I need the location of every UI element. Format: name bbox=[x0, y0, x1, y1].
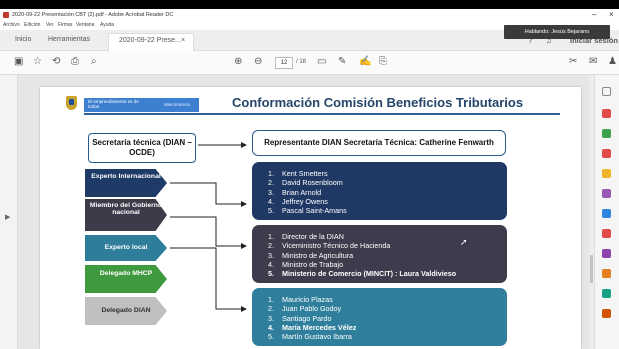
page-total: / 18 bbox=[296, 59, 307, 65]
bookmark-star-icon[interactable]: ☆ bbox=[33, 56, 42, 67]
print-icon[interactable]: ⎙ bbox=[71, 56, 79, 67]
user-icon[interactable]: ♟ bbox=[608, 56, 617, 67]
stamp-icon[interactable]: ⎘ bbox=[379, 56, 387, 67]
tab-home[interactable]: Inicio bbox=[15, 36, 31, 43]
edit-icon[interactable]: ✂ bbox=[569, 56, 577, 67]
sign-icon[interactable]: ✍ bbox=[359, 56, 371, 67]
mail-icon[interactable]: ✉ bbox=[589, 56, 597, 67]
acrobat-icon bbox=[3, 12, 9, 18]
pen-icon[interactable]: ✎ bbox=[338, 56, 346, 67]
tab-document[interactable]: 2020-09-22 Prese... × bbox=[108, 33, 194, 51]
list-item: 3. Ministro de Agricultura bbox=[268, 250, 354, 260]
scrollbar-thumb[interactable] bbox=[590, 255, 593, 283]
list-item: 3. Brian Arnold bbox=[268, 187, 322, 197]
minimize-icon[interactable]: – bbox=[592, 10, 596, 19]
close-icon[interactable]: × bbox=[609, 10, 614, 19]
speaking-indicator: Hablando: Jesús Bejarano bbox=[504, 25, 610, 39]
tab-tools[interactable]: Herramientas bbox=[48, 36, 90, 43]
list-item: 5. Pascal Saint-Amans bbox=[268, 206, 347, 216]
list-item: 5. Ministerio de Comercio (MINCIT) : Laur… bbox=[268, 269, 457, 279]
fill-sign-icon[interactable] bbox=[602, 269, 611, 278]
list-item: 5. Martín Gustavo Ibarra bbox=[268, 332, 352, 342]
expand-left-icon[interactable]: ▶ bbox=[5, 213, 10, 221]
create-pdf-icon[interactable] bbox=[602, 129, 611, 138]
export-pdf-icon[interactable] bbox=[602, 109, 611, 118]
list-item: 3. Santiago Pardo bbox=[268, 313, 332, 323]
tab-close-icon[interactable]: × bbox=[181, 37, 185, 44]
menu-firmar[interactable]: Firmar bbox=[58, 22, 72, 28]
tab-document-label: 2020-09-22 Prese... bbox=[119, 37, 181, 44]
document-area: ▶ El emprendimiento es de todos Mincomer… bbox=[0, 75, 619, 349]
list-item: 1. Director de la DIAN bbox=[268, 232, 344, 241]
list-item: 4. Jeffrey Owens bbox=[268, 196, 328, 206]
list-item: 2. Juan Pablo Godoy bbox=[268, 304, 342, 314]
zoom-tool-icon[interactable] bbox=[602, 87, 611, 96]
toolbar: ▣ ☆ ⟲ ⎙ ⌕ ⊕ ⊖ 12 / 18 ▭ ✎ ✍ ⎘ ✂ ✉ ♟ bbox=[0, 51, 619, 75]
zoom-search-icon[interactable]: ⌕ bbox=[91, 56, 97, 67]
list-item: 1. Kent Smetters bbox=[268, 169, 328, 178]
panel-expertos-locales: 1. Mauricio Plazas 2. Juan Pablo Godoy 3. S… bbox=[252, 288, 507, 346]
combine-files-icon[interactable] bbox=[602, 189, 611, 198]
share-icon[interactable]: ⟲ bbox=[52, 56, 60, 67]
list-item: 4. Ministro de Trabajo bbox=[268, 259, 344, 269]
menu-ver[interactable]: Ver bbox=[46, 22, 54, 28]
comment-tool-icon[interactable] bbox=[602, 169, 611, 178]
window-title: 2020-09-22 Presentación CBT (2).pdf - Ad… bbox=[12, 12, 174, 18]
more-tools-icon[interactable] bbox=[602, 309, 611, 318]
send-for-review-icon[interactable] bbox=[602, 289, 611, 298]
list-item: 2. Viceministro Técnico de Hacienda bbox=[268, 241, 391, 251]
save-icon[interactable]: ▣ bbox=[14, 56, 23, 67]
menu-ventana[interactable]: Ventana bbox=[76, 22, 94, 28]
menu-archivo[interactable]: Archivo bbox=[3, 22, 20, 28]
prev-page-icon[interactable]: ⊕ bbox=[234, 56, 242, 67]
menu-edicion[interactable]: Edición bbox=[24, 22, 40, 28]
comment-icon[interactable]: ▭ bbox=[317, 56, 326, 67]
redact-icon[interactable] bbox=[602, 229, 611, 238]
slide-page: El emprendimiento es de todos Mincomerci… bbox=[40, 87, 581, 349]
protect-icon[interactable] bbox=[602, 249, 611, 258]
organize-pages-icon[interactable] bbox=[602, 209, 611, 218]
list-item: 2. David Rosenbloom bbox=[268, 178, 343, 188]
page-number-input[interactable]: 12 bbox=[275, 57, 293, 69]
title-bar: 2020-09-22 Presentación CBT (2).pdf - Ad… bbox=[0, 9, 619, 21]
panel-expertos-internacionales: 1. Kent Smetters 2. David Rosenbloom 3. Bri… bbox=[252, 162, 507, 220]
panel-gobierno-nacional: 1. Director de la DIAN 2. Viceministro Téc… bbox=[252, 225, 507, 283]
left-panel: ▶ bbox=[0, 75, 18, 349]
mouse-cursor-icon: ➚ bbox=[460, 237, 468, 247]
next-page-icon[interactable]: ⊖ bbox=[254, 56, 262, 67]
list-item: 1. Mauricio Plazas bbox=[268, 295, 333, 304]
list-item: 4. María Mercedes Vélez bbox=[268, 322, 357, 332]
menu-ayuda[interactable]: Ayuda bbox=[100, 22, 114, 28]
screen: 2020-09-22 Presentación CBT (2).pdf - Ad… bbox=[0, 9, 619, 349]
edit-pdf-icon[interactable] bbox=[602, 149, 611, 158]
right-tools-panel bbox=[594, 75, 619, 349]
